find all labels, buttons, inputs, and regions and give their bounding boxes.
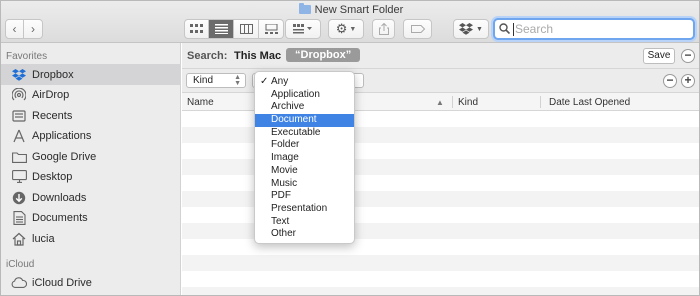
criteria-attribute-popup[interactable]: Kind ▲ ▼ <box>186 73 246 88</box>
magnifier-icon <box>499 23 510 34</box>
menu-item-executable[interactable]: Executable <box>255 127 354 140</box>
empty-row <box>182 271 699 287</box>
group-icon <box>293 24 312 34</box>
add-criteria-button[interactable]: + <box>681 74 695 88</box>
column-date-header[interactable]: Date Last Opened <box>549 97 630 108</box>
dropbox-icon <box>459 23 474 35</box>
share-icon <box>378 23 389 35</box>
menu-item-any[interactable]: ✓ Any <box>255 76 354 89</box>
column-name-header[interactable]: Name <box>187 97 214 108</box>
sidebar-item-desktop[interactable]: Desktop <box>1 166 181 187</box>
menu-item-other[interactable]: Other <box>255 228 354 241</box>
sidebar-item-google-drive[interactable]: Google Drive <box>1 146 181 167</box>
scope-this-mac-button[interactable]: This Mac <box>234 50 281 62</box>
menu-item-pdf[interactable]: PDF <box>255 190 354 203</box>
column-view-icon <box>239 24 253 34</box>
text-caret <box>513 23 514 36</box>
sidebar-item-documents[interactable]: Documents <box>1 207 181 228</box>
search-scope-label: Search: <box>187 50 228 62</box>
scope-dropbox-button[interactable]: “Dropbox” <box>286 48 361 62</box>
group-by-button[interactable] <box>285 19 321 39</box>
gear-icon: ⚙ <box>335 21 348 36</box>
view-mode-group <box>184 19 284 39</box>
remove-search-button[interactable]: − <box>681 49 695 63</box>
menu-item-image[interactable]: Image <box>255 152 354 165</box>
menu-item-presentation[interactable]: Presentation <box>255 203 354 216</box>
window-title: New Smart Folder <box>1 3 699 16</box>
folder-icon <box>11 149 27 165</box>
menu-item-archive[interactable]: Archive <box>255 101 354 114</box>
sidebar-item-recents[interactable]: Recents <box>1 105 181 126</box>
sort-ascending-icon: ▲ <box>436 98 444 107</box>
plus-icon: + <box>684 73 692 87</box>
home-icon <box>11 231 27 247</box>
chevron-left-icon: ‹ <box>12 22 17 36</box>
menu-item-document[interactable]: Document <box>255 114 354 127</box>
dropbox-menu-button[interactable]: ▼ <box>453 19 489 39</box>
list-view-button[interactable] <box>209 19 234 39</box>
toolbar: New Smart Folder ‹ › ⚙ ▼ ▼ Search <box>1 1 699 43</box>
column-divider[interactable] <box>452 96 453 108</box>
icloud-icon <box>11 275 27 291</box>
forward-button[interactable]: › <box>24 19 43 39</box>
empty-row <box>182 255 699 271</box>
empty-row <box>182 287 699 295</box>
sidebar-item-icloud-drive[interactable]: iCloud Drive <box>1 272 181 293</box>
chevron-down-icon: ▼ <box>476 25 483 33</box>
updown-chevron-icon: ▲ ▼ <box>234 74 241 87</box>
kind-value-menu: ✓ Any Application Archive Document Execut… <box>254 71 355 244</box>
applications-icon <box>11 128 27 144</box>
icloud-header: iCloud <box>6 259 35 270</box>
action-menu-button[interactable]: ⚙ ▼ <box>328 19 364 39</box>
chevron-right-icon: › <box>31 22 35 36</box>
menu-item-text[interactable]: Text <box>255 216 354 229</box>
search-field[interactable]: Search <box>493 18 695 40</box>
checkmark-icon: ✓ <box>260 76 269 87</box>
finder-window: New Smart Folder ‹ › ⚙ ▼ ▼ Search Favori… <box>0 0 700 296</box>
sidebar-item-airdrop[interactable]: AirDrop <box>1 84 181 105</box>
share-button[interactable] <box>372 19 395 39</box>
menu-item-application[interactable]: Application <box>255 89 354 102</box>
desktop-icon <box>11 169 27 185</box>
icon-view-button[interactable] <box>184 19 209 39</box>
recents-icon <box>11 108 27 124</box>
minus-icon: − <box>666 73 674 87</box>
documents-icon <box>11 210 27 226</box>
menu-item-movie[interactable]: Movie <box>255 165 354 178</box>
icon-view-icon <box>190 24 203 33</box>
search-scope-bar: Search: This Mac “Dropbox” Save − <box>182 43 699 69</box>
gallery-view-button[interactable] <box>259 19 284 39</box>
sidebar: Favorites Dropbox AirDrop Recents Applic… <box>1 43 181 295</box>
column-view-button[interactable] <box>234 19 259 39</box>
sidebar-item-home[interactable]: lucia <box>1 228 181 249</box>
list-view-icon <box>214 24 228 34</box>
favorites-header: Favorites <box>6 51 48 62</box>
sidebar-item-applications[interactable]: Applications <box>1 125 181 146</box>
smart-folder-icon <box>298 3 311 14</box>
back-button[interactable]: ‹ <box>5 19 24 39</box>
dropbox-icon <box>11 67 27 83</box>
tag-icon <box>410 25 425 33</box>
sidebar-item-downloads[interactable]: Downloads <box>1 187 181 208</box>
search-placeholder: Search <box>515 22 554 36</box>
save-button[interactable]: Save <box>643 48 675 64</box>
menu-item-music[interactable]: Music <box>255 178 354 191</box>
chevron-down-icon: ▼ <box>349 25 357 33</box>
menu-item-folder[interactable]: Folder <box>255 139 354 152</box>
remove-criteria-button[interactable]: − <box>663 74 677 88</box>
column-kind-header[interactable]: Kind <box>458 97 478 108</box>
minus-icon: − <box>684 48 692 62</box>
tags-button[interactable] <box>403 19 432 39</box>
sidebar-item-dropbox[interactable]: Dropbox <box>1 64 181 85</box>
gallery-view-icon <box>264 24 278 34</box>
column-divider[interactable] <box>540 96 541 108</box>
airdrop-icon <box>11 87 27 103</box>
downloads-icon <box>11 190 27 206</box>
